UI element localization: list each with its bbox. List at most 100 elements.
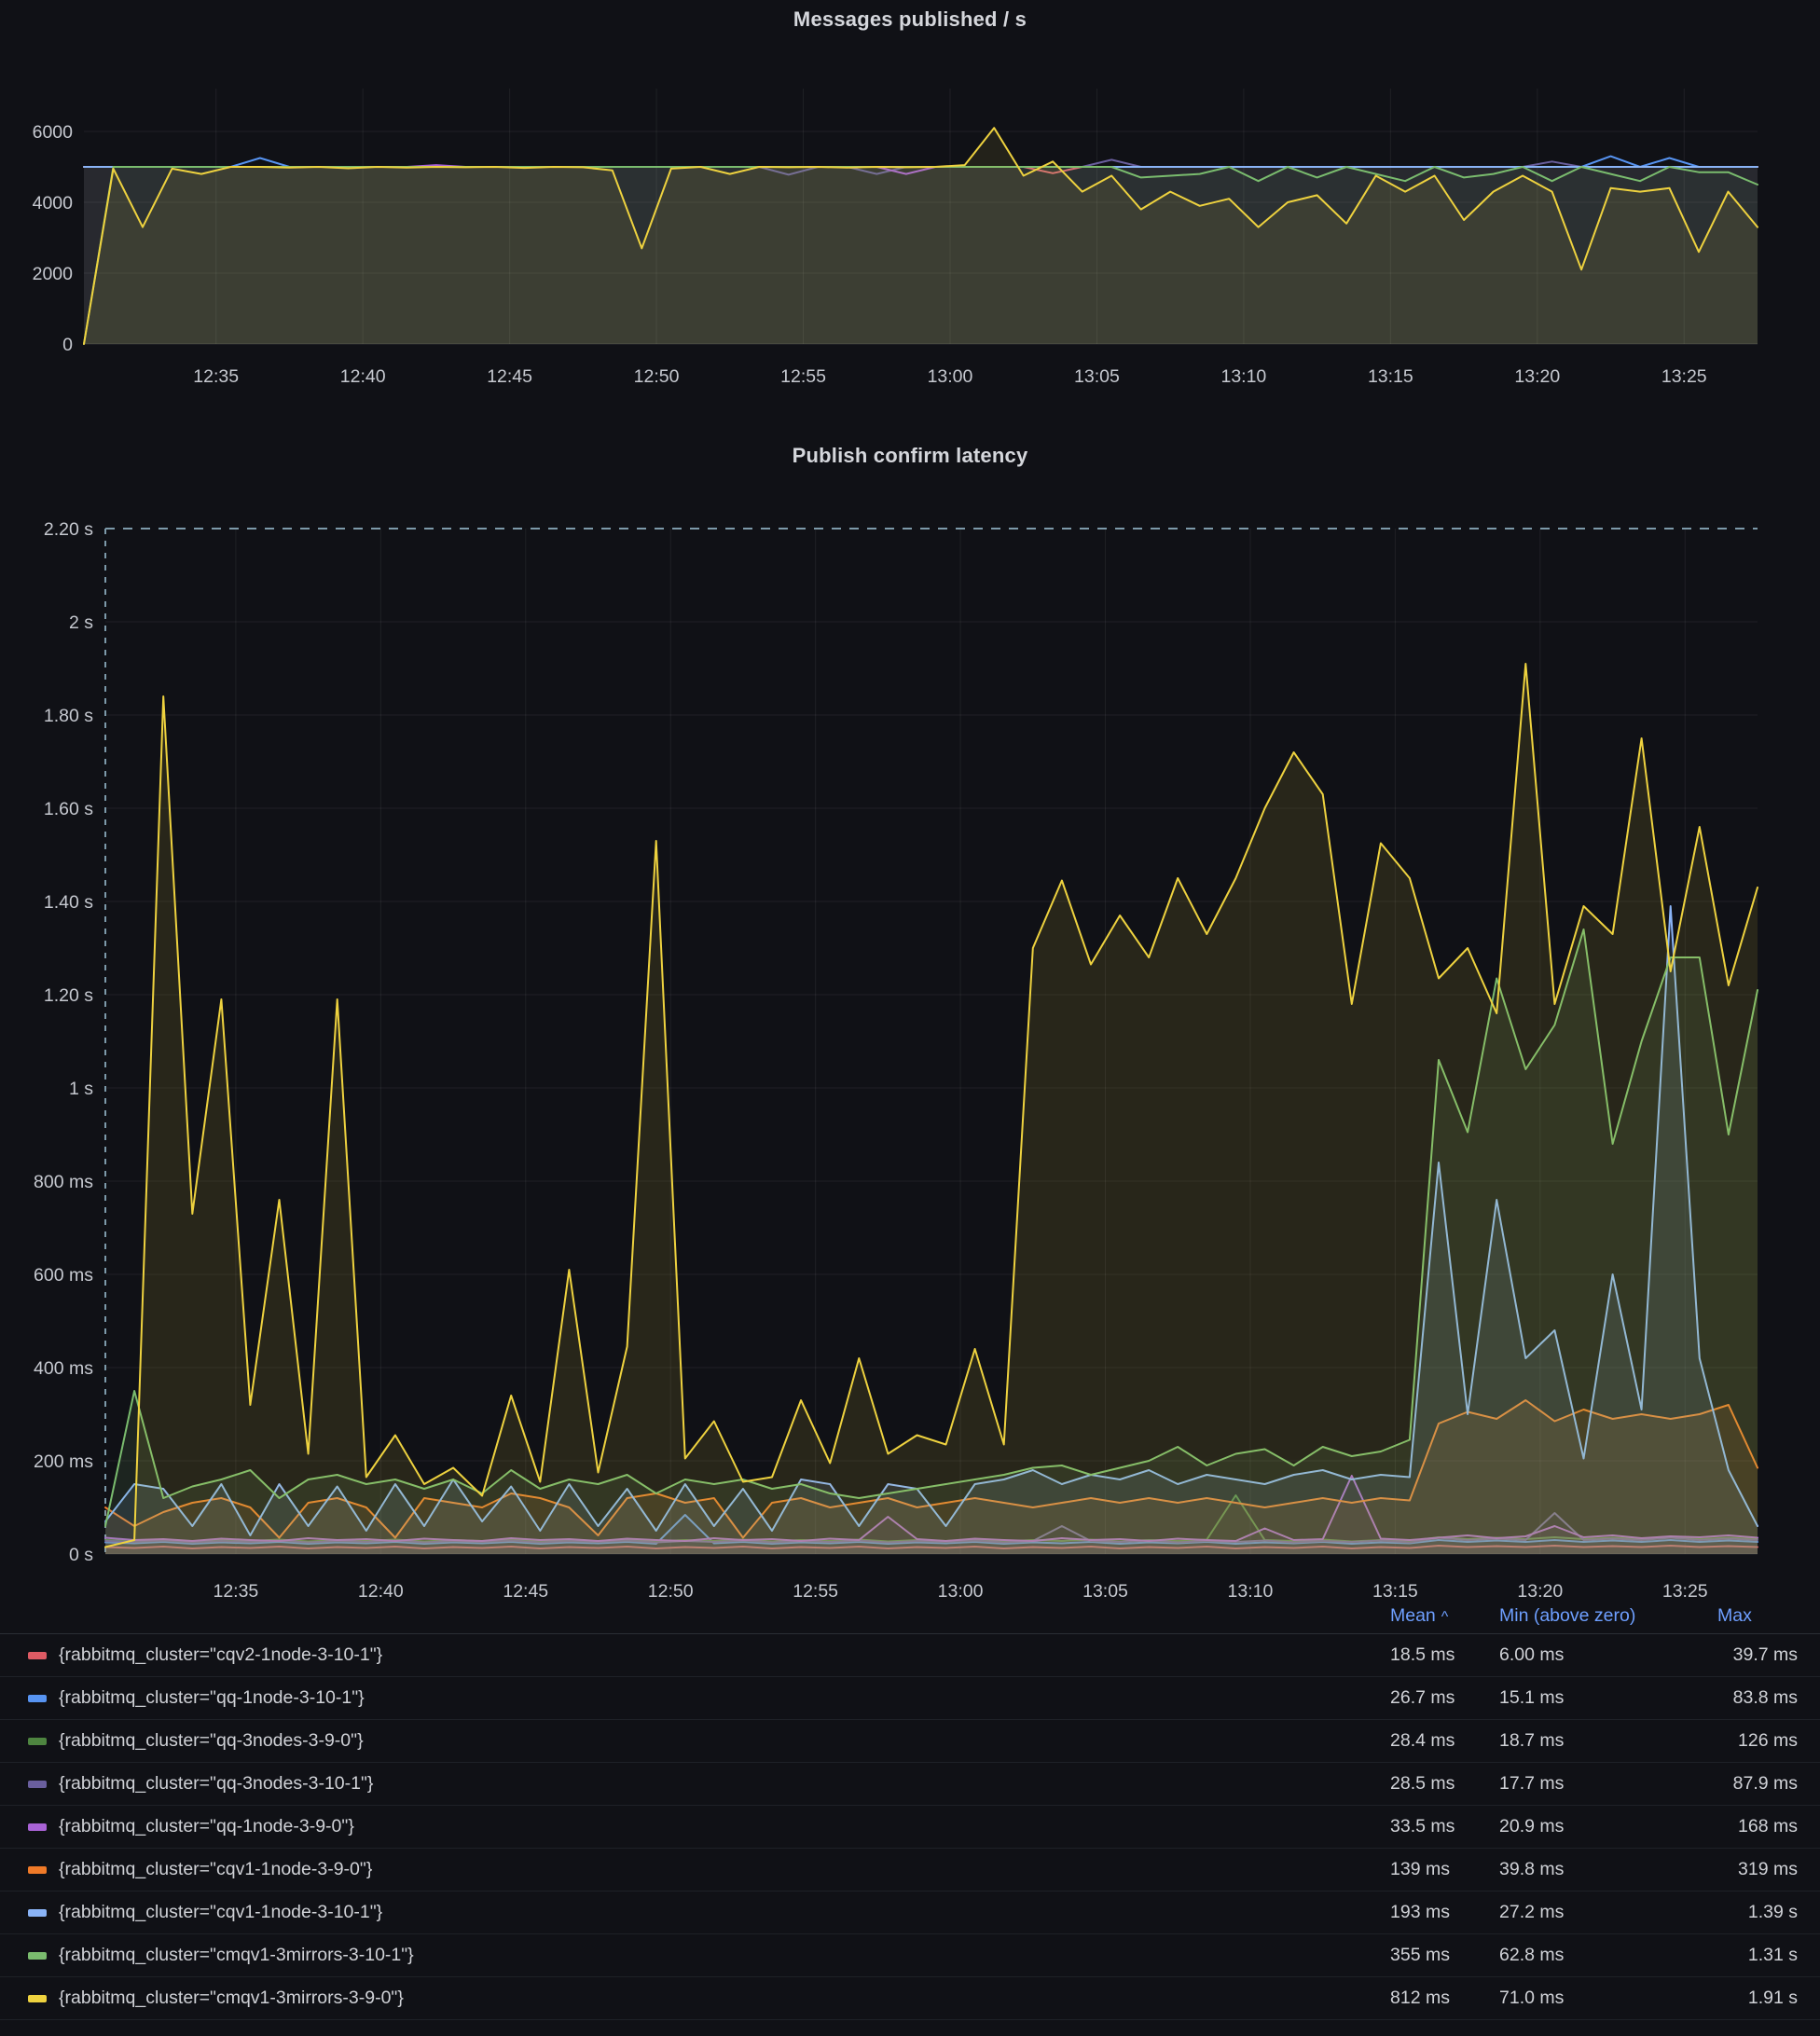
series-mean-value: 812 ms <box>1390 1988 1499 2009</box>
series-fill <box>105 664 1758 1554</box>
x-axis-tick-label: 12:40 <box>358 1581 404 1598</box>
series-min-value: 20.9 ms <box>1499 1816 1704 1837</box>
series-min-value: 17.7 ms <box>1499 1773 1704 1795</box>
x-axis-tick-label: 12:45 <box>503 1581 548 1598</box>
time-series-charts[interactable]: 0 2000 4000 6000 12:35 12:40 12:45 12:50 12:55 13… <box>0 0 1820 1598</box>
chart-0: 0 2000 4000 6000 12:35 12:40 12:45 12:50 12:55 13… <box>33 89 1758 387</box>
series-label[interactable]: {rabbitmq_cluster="cmqv1-3mirrors-3-9-0"… <box>59 1988 1390 2009</box>
x-axis-tick-label: 12:55 <box>793 1581 838 1598</box>
series-color-swatch[interactable] <box>28 1866 47 1874</box>
y-axis-tick-label: 0 <box>62 335 73 355</box>
legend-row-cqv1-1node-3-10-1: {rabbitmq_cluster="cqv1-1node-3-10-1"} 1… <box>0 1892 1820 1934</box>
x-axis-tick-label: 12:55 <box>780 366 826 387</box>
series-label[interactable]: {rabbitmq_cluster="cqv2-1node-3-10-1"} <box>59 1644 1390 1666</box>
series-mean-value: 28.5 ms <box>1390 1773 1499 1795</box>
y-axis-tick-label: 1.20 s <box>44 985 93 1006</box>
series-8 <box>84 128 1758 344</box>
series-min-value: 18.7 ms <box>1499 1730 1704 1752</box>
x-axis-tick-label: 13:20 <box>1514 366 1560 387</box>
legend-row-cqv1-1node-3-9-0: {rabbitmq_cluster="cqv1-1node-3-9-0"} 13… <box>0 1849 1820 1892</box>
y-axis-tick-label: 1 s <box>69 1079 93 1099</box>
y-axis-tick-label: 2 s <box>69 612 93 633</box>
x-axis-tick-label: 13:25 <box>1662 1581 1708 1598</box>
x-axis-tick-label: 13:20 <box>1517 1581 1563 1598</box>
y-axis-tick-label: 1.40 s <box>44 892 93 913</box>
series-label[interactable]: {rabbitmq_cluster="qq-3nodes-3-9-0"} <box>59 1730 1390 1752</box>
series-mean-value: 193 ms <box>1390 1902 1499 1923</box>
series-max-value: 1.39 s <box>1704 1902 1798 1923</box>
x-axis-tick-label: 13:10 <box>1220 366 1266 387</box>
series-color-swatch[interactable] <box>28 1695 47 1702</box>
legend-col-mean[interactable]: Mean^ <box>1390 1605 1499 1627</box>
series-label[interactable]: {rabbitmq_cluster="qq-1node-3-9-0"} <box>59 1816 1390 1837</box>
y-axis-tick-label: 4000 <box>33 193 74 213</box>
x-axis-tick-label: 13:15 <box>1368 366 1413 387</box>
series-label[interactable]: {rabbitmq_cluster="cqv1-1node-3-9-0"} <box>59 1859 1390 1880</box>
y-axis-tick-label: 6000 <box>33 122 74 143</box>
legend-row-qq-3nodes-3-10-1: {rabbitmq_cluster="qq-3nodes-3-10-1"} 28… <box>0 1763 1820 1806</box>
series-max-value: 87.9 ms <box>1704 1773 1798 1795</box>
series-line <box>84 157 1758 167</box>
series-label[interactable]: {rabbitmq_cluster="cqv1-1node-3-10-1"} <box>59 1902 1390 1923</box>
series-color-swatch[interactable] <box>28 1995 47 2002</box>
series-max-value: 319 ms <box>1704 1859 1798 1880</box>
legend-header-row: Mean^ Min (above zero) Max <box>0 1598 1820 1634</box>
x-axis-tick-label: 12:35 <box>213 1581 258 1598</box>
series-mean-value: 18.5 ms <box>1390 1644 1499 1666</box>
x-axis-tick-label: 12:45 <box>487 366 532 387</box>
x-axis-tick-label: 13:00 <box>928 366 973 387</box>
x-axis-tick-label: 12:40 <box>340 366 386 387</box>
series-label[interactable]: {rabbitmq_cluster="qq-1node-3-10-1"} <box>59 1687 1390 1709</box>
chart-1: 0 s 200 ms 400 ms 600 ms 800 ms 1 s 1.20 s 1.40… <box>34 519 1758 1598</box>
series-max-value: 1.91 s <box>1704 1988 1798 2009</box>
legend-col-max[interactable]: Max <box>1704 1605 1798 1627</box>
series-mean-value: 139 ms <box>1390 1859 1499 1880</box>
y-axis-tick-label: 0 s <box>69 1545 93 1565</box>
series-min-value: 39.8 ms <box>1499 1859 1704 1880</box>
legend-table: Mean^ Min (above zero) Max {rabbitmq_clu… <box>0 1598 1820 2020</box>
x-axis-tick-label: 12:35 <box>193 366 239 387</box>
series-max-value: 39.7 ms <box>1704 1644 1798 1666</box>
series-max-value: 168 ms <box>1704 1816 1798 1837</box>
series-color-swatch[interactable] <box>28 1823 47 1831</box>
series-color-swatch[interactable] <box>28 1909 47 1917</box>
y-axis-tick-label: 400 ms <box>34 1358 93 1379</box>
y-axis-tick-label: 800 ms <box>34 1172 93 1192</box>
series-label[interactable]: {rabbitmq_cluster="qq-3nodes-3-10-1"} <box>59 1773 1390 1795</box>
series-min-value: 62.8 ms <box>1499 1945 1704 1966</box>
x-axis-tick-label: 13:15 <box>1372 1581 1418 1598</box>
x-axis-tick-label: 13:05 <box>1074 366 1120 387</box>
series-min-value: 6.00 ms <box>1499 1644 1704 1666</box>
legend-row-cqv2-1node-3-10-1: {rabbitmq_cluster="cqv2-1node-3-10-1"} 1… <box>0 1634 1820 1677</box>
x-axis-tick-label: 13:25 <box>1661 366 1707 387</box>
y-axis-tick-label: 1.80 s <box>44 706 93 726</box>
y-axis-tick-label: 2.20 s <box>44 519 93 540</box>
legend-row-qq-3nodes-3-9-0: {rabbitmq_cluster="qq-3nodes-3-9-0"} 28.… <box>0 1720 1820 1763</box>
sort-caret-icon: ^ <box>1441 1609 1449 1625</box>
legend-row-qq-1node-3-9-0: {rabbitmq_cluster="qq-1node-3-9-0"} 33.5… <box>0 1806 1820 1849</box>
x-axis-tick-label: 12:50 <box>648 1581 694 1598</box>
series-mean-value: 26.7 ms <box>1390 1687 1499 1709</box>
series-color-swatch[interactable] <box>28 1952 47 1960</box>
series-1 <box>84 157 1758 167</box>
series-min-value: 71.0 ms <box>1499 1988 1704 2009</box>
series-mean-value: 33.5 ms <box>1390 1816 1499 1837</box>
x-axis-tick-label: 13:00 <box>938 1581 984 1598</box>
y-axis-tick-label: 2000 <box>33 264 74 284</box>
series-max-value: 1.31 s <box>1704 1945 1798 1966</box>
series-color-swatch[interactable] <box>28 1652 47 1659</box>
x-axis-tick-label: 13:10 <box>1228 1581 1274 1598</box>
x-axis-tick-label: 12:50 <box>634 366 680 387</box>
legend-row-qq-1node-3-10-1: {rabbitmq_cluster="qq-1node-3-10-1"} 26.… <box>0 1677 1820 1720</box>
series-max-value: 126 ms <box>1704 1730 1798 1752</box>
series-label[interactable]: {rabbitmq_cluster="cmqv1-3mirrors-3-10-1… <box>59 1945 1390 1966</box>
series-fill <box>84 128 1758 344</box>
y-axis-tick-label: 200 ms <box>34 1451 93 1472</box>
y-axis-tick-label: 600 ms <box>34 1265 93 1286</box>
series-mean-value: 28.4 ms <box>1390 1730 1499 1752</box>
x-axis-tick-label: 13:05 <box>1082 1581 1128 1598</box>
series-color-swatch[interactable] <box>28 1781 47 1788</box>
legend-col-min[interactable]: Min (above zero) <box>1499 1605 1704 1627</box>
series-mean-value: 355 ms <box>1390 1945 1499 1966</box>
series-color-swatch[interactable] <box>28 1738 47 1745</box>
